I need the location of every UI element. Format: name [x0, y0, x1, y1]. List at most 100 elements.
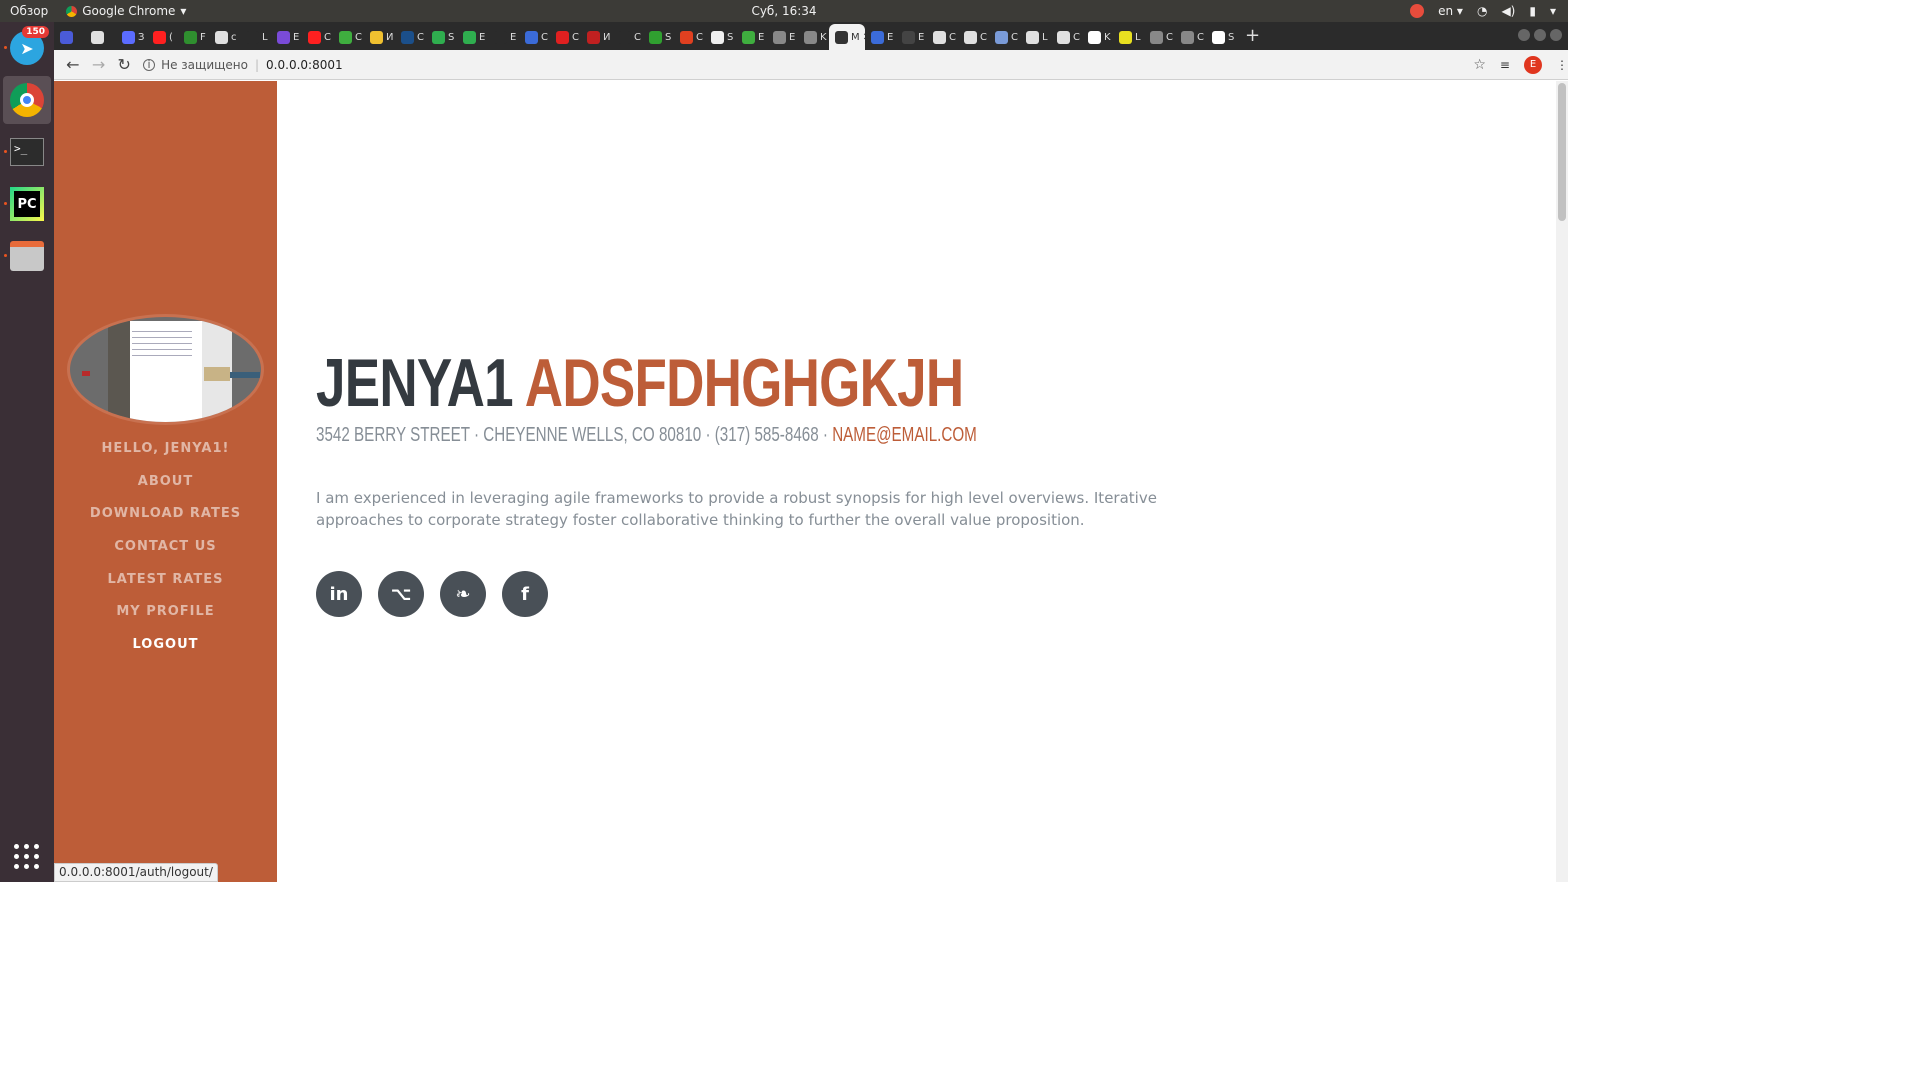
language-label: en	[1438, 4, 1454, 18]
back-icon[interactable]: ←	[60, 55, 86, 74]
browser-tab[interactable]: L	[1113, 24, 1144, 50]
nav-item-latest-rates[interactable]: LATEST RATES	[54, 570, 277, 603]
browser-tab[interactable]: K	[798, 24, 829, 50]
nav-item-logout[interactable]: LOGOUT	[54, 635, 277, 668]
browser-tab[interactable]: C	[302, 24, 333, 50]
pycharm-launcher[interactable]: PC	[3, 180, 51, 228]
maximize-icon[interactable]	[1534, 29, 1546, 41]
browser-tab[interactable]: S	[643, 24, 674, 50]
browser-tab[interactable]: C	[1051, 24, 1082, 50]
chrome-launcher[interactable]	[3, 76, 51, 124]
browser-tab[interactable]	[85, 24, 116, 50]
browser-tab[interactable]: S	[705, 24, 736, 50]
browser-tab[interactable]: E	[896, 24, 927, 50]
reload-icon[interactable]: ↻	[111, 55, 137, 74]
bookmark-star-icon[interactable]: ☆	[1473, 57, 1486, 73]
browser-tab[interactable]: E	[488, 24, 519, 50]
activities-button[interactable]: Обзор	[10, 4, 48, 18]
browser-tab[interactable]: E	[767, 24, 798, 50]
show-applications-icon[interactable]	[14, 844, 40, 870]
browser-tab[interactable]: L	[240, 24, 271, 50]
tab-icon	[525, 30, 538, 44]
telegram-launcher[interactable]: ➤ 150	[3, 24, 51, 72]
tab-label: S	[448, 31, 455, 43]
facebook-icon[interactable]: f	[502, 571, 548, 617]
first-name: JENYA1	[316, 345, 514, 421]
browser-tab[interactable]: И	[364, 24, 395, 50]
nav-item-contact-us[interactable]: CONTACT US	[54, 537, 277, 570]
tab-icon	[871, 30, 884, 44]
browser-tab[interactable]: (	[147, 24, 178, 50]
browser-tab[interactable]	[54, 24, 85, 50]
browser-tab[interactable]: E	[271, 24, 302, 50]
browser-tab[interactable]: E	[865, 24, 896, 50]
system-menu-chevron-icon[interactable]: ▾	[1550, 4, 1556, 18]
browser-tab[interactable]: K	[1082, 24, 1113, 50]
browser-tab[interactable]: L	[1020, 24, 1051, 50]
security-label: Не защищено	[161, 57, 248, 72]
browser-tab[interactable]: C	[333, 24, 364, 50]
address-bar[interactable]: i Не защищено | 0.0.0.0:8001	[143, 52, 1468, 77]
menu-icon[interactable]: ⋮	[1556, 58, 1568, 72]
files-launcher[interactable]	[3, 232, 51, 280]
browser-tab[interactable]: C	[674, 24, 705, 50]
browser-tab[interactable]: C	[1144, 24, 1175, 50]
profile-avatar[interactable]: E	[1523, 55, 1542, 74]
scrollbar[interactable]	[1556, 81, 1568, 882]
browser-tab[interactable]: C	[927, 24, 958, 50]
browser-tab[interactable]: S	[426, 24, 457, 50]
clock[interactable]: Суб, 16:34	[751, 4, 816, 18]
github-icon	[964, 30, 977, 44]
tab-label: E	[789, 31, 796, 43]
browser-tab[interactable]: C	[958, 24, 989, 50]
language-indicator[interactable]: en ▾	[1438, 4, 1463, 18]
browser-tab[interactable]: C	[612, 24, 643, 50]
info-icon[interactable]: i	[143, 58, 156, 71]
browser-tab[interactable]: E	[736, 24, 767, 50]
browser-tab[interactable]: C	[550, 24, 581, 50]
nav-item-about[interactable]: ABOUT	[54, 472, 277, 505]
tab-icon	[649, 30, 662, 44]
notification-icon[interactable]	[1410, 4, 1425, 18]
wifi-icon[interactable]: ◔	[1477, 4, 1487, 18]
browser-tab[interactable]: C	[519, 24, 550, 50]
browser-tab[interactable]: C	[1175, 24, 1206, 50]
volume-icon[interactable]: ◀)	[1501, 4, 1515, 18]
close-window-icon[interactable]	[1550, 29, 1562, 41]
youtube-icon	[153, 30, 166, 44]
browser-tab[interactable]: C	[989, 24, 1020, 50]
pycharm-icon-label: PC	[14, 191, 40, 217]
github-icon[interactable]: ⌥	[378, 571, 424, 617]
browser-tab[interactable]: И	[581, 24, 612, 50]
email-link[interactable]: NAME@EMAIL.COM	[832, 424, 977, 446]
app-menu[interactable]: Google Chrome ▾	[66, 4, 186, 18]
battery-icon[interactable]: ▮	[1529, 4, 1536, 18]
browser-tab[interactable]: S	[1206, 24, 1237, 50]
browser-tab[interactable]: E	[457, 24, 488, 50]
terminal-launcher[interactable]: >_	[3, 128, 51, 176]
twitter-icon[interactable]: ❧	[440, 571, 486, 617]
tab-icon	[902, 30, 915, 44]
terminal-icon: >_	[10, 138, 44, 166]
browser-tab[interactable]: F	[178, 24, 209, 50]
window-controls	[1518, 29, 1562, 41]
new-tab-icon[interactable]: +	[1245, 25, 1260, 46]
browser-tab[interactable]: З	[116, 24, 147, 50]
browser-tab[interactable]: c	[209, 24, 240, 50]
linkedin-icon[interactable]: in	[316, 571, 362, 617]
media-icon[interactable]: ≡	[1500, 58, 1510, 72]
tab-label: C	[949, 31, 956, 43]
nav-item-hello-jenya1[interactable]: HELLO, JENYA1!	[54, 439, 277, 472]
forward-icon[interactable]: →	[86, 55, 112, 74]
nav-item-my-profile[interactable]: MY PROFILE	[54, 602, 277, 635]
tab-label: (	[169, 31, 173, 43]
files-icon	[10, 241, 44, 271]
scrollbar-thumb[interactable]	[1558, 83, 1566, 221]
tab-icon	[742, 30, 755, 44]
browser-tab[interactable]: C	[395, 24, 426, 50]
nav-item-download-rates[interactable]: DOWNLOAD RATES	[54, 504, 277, 537]
minimize-icon[interactable]	[1518, 29, 1530, 41]
browser-tab[interactable]: M✕	[829, 24, 865, 50]
tab-label: E	[887, 31, 894, 43]
tab-icon	[1150, 30, 1163, 44]
